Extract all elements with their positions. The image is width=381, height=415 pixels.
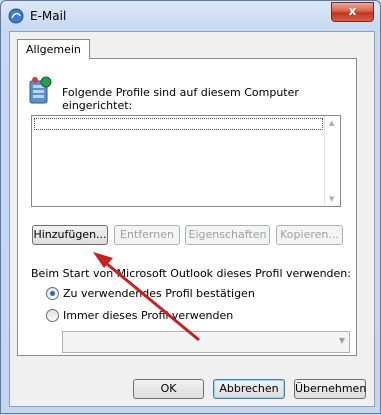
remove-profile-button[interactable]: Entfernen [114, 225, 180, 245]
mail-icon [8, 8, 24, 24]
startup-label: Beim Start von Microsoft Outlook dieses … [31, 267, 351, 280]
window-title: E-Mail [30, 9, 67, 23]
profile-list[interactable]: ▲ ▼ [31, 115, 341, 207]
profiles-icon [29, 76, 52, 104]
profiles-intro-label: Folgende Profile sind auf diesem Compute… [62, 86, 299, 112]
close-button[interactable]: x [331, 2, 374, 22]
ok-button[interactable]: OK [133, 379, 204, 399]
scroll-down-icon[interactable]: ▼ [329, 195, 334, 203]
add-profile-button[interactable]: Hinzufügen... [32, 225, 108, 245]
scroll-up-icon[interactable]: ▲ [329, 119, 334, 127]
mail-dialog-window: E-Mail x Allgemein Folgende Profile sind… [0, 0, 381, 414]
radio-always-profile-label[interactable]: Immer dieses Profil verwenden [63, 309, 233, 322]
radio-confirm-profile-label[interactable]: Zu verwendendes Profil bestätigen [63, 287, 255, 300]
profile-properties-button[interactable]: Eigenschaften [185, 225, 270, 245]
title-bar: E-Mail x [1, 1, 380, 31]
tab-allgemein[interactable]: Allgemein [17, 39, 90, 59]
tab-panel-allgemein: Folgende Profile sind auf diesem Compute… [17, 58, 357, 356]
chevron-down-icon[interactable]: ▼ [339, 336, 345, 345]
radio-confirm-profile[interactable] [46, 287, 59, 300]
profile-dropdown[interactable]: ▼ [62, 331, 350, 353]
radio-always-profile[interactable] [46, 309, 59, 322]
cancel-button[interactable]: Abbrechen [213, 379, 285, 399]
dialog-client-area: Allgemein Folgende Profile sind auf dies… [9, 31, 375, 407]
copy-profile-button[interactable]: Kopieren... [276, 225, 343, 245]
profile-list-scrollbar[interactable]: ▲ ▼ [324, 116, 340, 206]
list-focus-rect [34, 118, 323, 130]
apply-button[interactable]: Übernehmen [294, 379, 366, 399]
